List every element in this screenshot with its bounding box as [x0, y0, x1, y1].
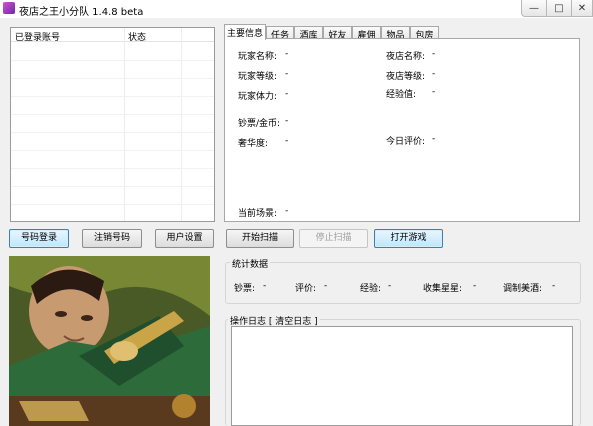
player-level-label: 玩家等级:: [238, 72, 278, 82]
column-divider: [124, 28, 125, 221]
grid-line: [11, 96, 214, 97]
app-icon: [3, 2, 15, 14]
stats-exp-label: 经验:: [360, 284, 382, 294]
store-level-value: -: [432, 69, 436, 79]
luxury-value: -: [285, 136, 289, 146]
grid-line: [11, 186, 214, 187]
stats-stars-value: -: [473, 281, 477, 291]
tab-main-info[interactable]: 主要信息: [224, 24, 266, 40]
stats-group: 统计数据 钞票: - 评价: - 经验: - 收集星星: - 调制美酒: -: [225, 257, 581, 304]
stats-rating-value: -: [324, 281, 328, 291]
account-list[interactable]: 已登录账号 状态: [10, 27, 215, 222]
grid-line: [11, 150, 214, 151]
today-rating-label: 今日评价:: [386, 137, 426, 147]
stats-cash-label: 钞票:: [234, 284, 256, 294]
grid-line: [11, 114, 214, 115]
cash-gold-label: 钞票/金币:: [238, 119, 281, 129]
character-portrait-image: [9, 256, 210, 426]
portrait-artwork: [9, 256, 210, 426]
open-game-button[interactable]: 打开游戏: [374, 229, 443, 248]
player-stamina-value: -: [285, 89, 289, 99]
experience-label: 经验值:: [386, 90, 417, 100]
stats-rating-label: 评价:: [295, 284, 317, 294]
player-stamina-label: 玩家体力:: [238, 92, 278, 102]
store-name-value: -: [432, 49, 436, 59]
title-bar: 夜店之王小分队 1.4.8 beta — □ ✕: [0, 0, 593, 18]
player-name-label: 玩家名称:: [238, 52, 278, 62]
grid-line: [11, 204, 214, 205]
player-level-value: -: [285, 69, 289, 79]
operation-log-textarea[interactable]: [231, 326, 573, 426]
column-header-status[interactable]: 状态: [128, 30, 146, 43]
experience-value: -: [432, 87, 436, 97]
grid-line: [11, 78, 214, 79]
grid-line: [11, 60, 214, 61]
stop-scan-button[interactable]: 停止扫描: [299, 229, 368, 248]
account-list-header: 已登录账号 状态: [11, 28, 214, 43]
stats-cash-value: -: [263, 281, 267, 291]
column-divider: [181, 28, 182, 221]
start-scan-button[interactable]: 开始扫描: [226, 229, 294, 248]
stats-cocktail-value: -: [552, 281, 556, 291]
login-number-button[interactable]: 号码登录: [9, 229, 69, 248]
logout-number-button[interactable]: 注销号码: [82, 229, 142, 248]
grid-line: [11, 168, 214, 169]
player-name-value: -: [285, 49, 289, 59]
close-button[interactable]: ✕: [572, 0, 593, 17]
app-window: 夜店之王小分队 1.4.8 beta — □ ✕ 已登录账号 状态 主要信息 任…: [0, 0, 593, 426]
cash-gold-value: -: [285, 116, 289, 126]
column-header-account[interactable]: 已登录账号: [15, 30, 60, 43]
stats-cocktail-label: 调制美酒:: [503, 284, 543, 294]
store-name-label: 夜店名称:: [386, 52, 426, 62]
today-rating-value: -: [432, 134, 436, 144]
main-info-panel: 玩家名称: - 玩家等级: - 玩家体力: - 钞票/金币: - 奢华度: - …: [224, 38, 580, 222]
current-scene-value: -: [285, 206, 289, 216]
stats-stars-label: 收集星星:: [423, 284, 463, 294]
current-scene-label: 当前场景:: [238, 209, 278, 219]
store-level-label: 夜店等级:: [386, 72, 426, 82]
maximize-button[interactable]: □: [547, 0, 572, 17]
window-title: 夜店之王小分队 1.4.8 beta: [19, 7, 144, 18]
user-settings-button[interactable]: 用户设置: [155, 229, 214, 248]
stats-exp-value: -: [388, 281, 392, 291]
stats-group-title: 统计数据: [230, 257, 271, 270]
grid-line: [11, 132, 214, 133]
minimize-button[interactable]: —: [521, 0, 547, 17]
luxury-label: 奢华度:: [238, 139, 269, 149]
